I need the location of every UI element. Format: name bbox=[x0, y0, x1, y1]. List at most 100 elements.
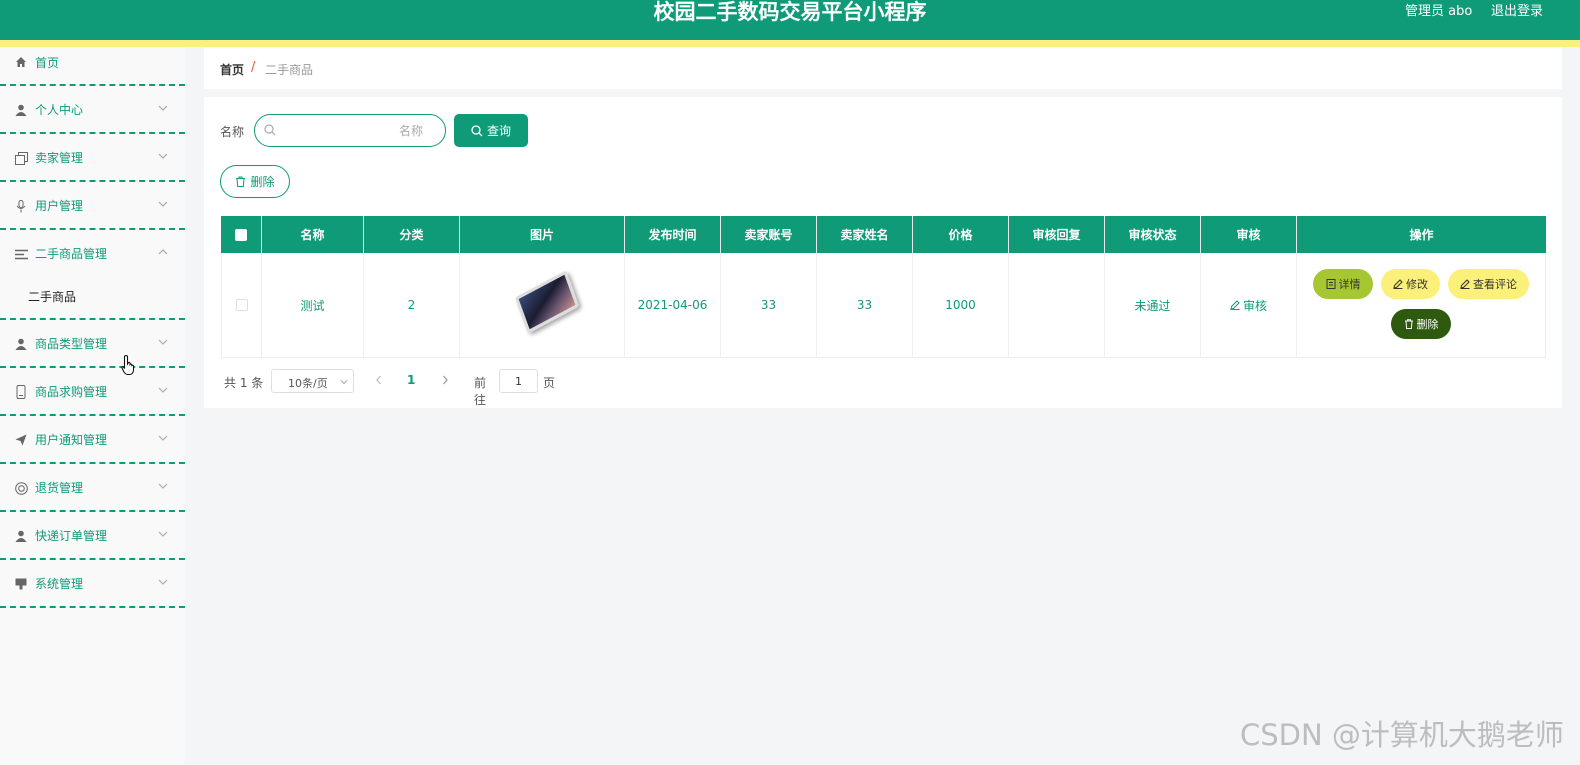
pagination-total: 共 1 条 bbox=[224, 376, 264, 390]
monitor-icon bbox=[14, 577, 28, 591]
app-title: 校园二手数码交易平台小程序 bbox=[653, 0, 927, 24]
sidebar-item-goods-type[interactable]: 商品类型管理 bbox=[0, 320, 185, 368]
search-label: 名称 bbox=[220, 125, 245, 139]
product-thumbnail[interactable] bbox=[512, 270, 580, 335]
column-header: 名称 bbox=[262, 216, 364, 253]
edit-button-label: 修改 bbox=[1406, 278, 1428, 291]
row-select-cell[interactable] bbox=[221, 253, 262, 357]
sidebar-item-system[interactable]: 系统管理 bbox=[0, 560, 185, 608]
mic-icon bbox=[14, 199, 28, 213]
edit-icon bbox=[1393, 279, 1403, 289]
cell-image bbox=[460, 253, 625, 357]
column-header: 审核 bbox=[1201, 216, 1297, 253]
main-panel: 名称 查询 删除 名称 分类 图片 发布时间 卖家账号 卖家姓名 价格 审核回复… bbox=[204, 97, 1562, 408]
table-row: 测试 2 2021-04-06 33 33 1000 未通过 审核 详情 修改 … bbox=[221, 253, 1546, 358]
column-header: 卖家姓名 bbox=[817, 216, 913, 253]
view-comments-button[interactable]: 查看评论 bbox=[1448, 269, 1529, 299]
sidebar-item-label: 退货管理 bbox=[35, 481, 84, 495]
chevron-down-icon bbox=[158, 579, 168, 585]
chevron-down-icon bbox=[158, 339, 168, 345]
column-header: 操作 bbox=[1409, 228, 1434, 242]
send-icon bbox=[14, 433, 28, 447]
sidebar: 首页 个人中心 卖家管理 用户管理 二手商品管理 二手商品 商品类型管理 商品求… bbox=[0, 47, 185, 765]
audit-link[interactable]: 审核 bbox=[1230, 297, 1267, 314]
lifebuoy-icon bbox=[14, 481, 28, 495]
query-button[interactable]: 查询 bbox=[454, 114, 528, 147]
sidebar-item-label: 商品求购管理 bbox=[35, 385, 108, 399]
breadcrumb: 首页 / 二手商品 bbox=[204, 47, 1562, 89]
sidebar-subitem-goods[interactable]: 二手商品 bbox=[0, 270, 185, 320]
sidebar-item-label: 用户通知管理 bbox=[35, 433, 108, 447]
top-bar: 校园二手数码交易平台小程序 管理员 abo 退出登录 bbox=[0, 0, 1580, 40]
sidebar-item-returns[interactable]: 退货管理 bbox=[0, 464, 185, 512]
sidebar-item-purchase-request[interactable]: 商品求购管理 bbox=[0, 368, 185, 416]
breadcrumb-home[interactable]: 首页 bbox=[220, 61, 244, 78]
column-header: 审核状态 bbox=[1105, 216, 1201, 253]
goto-label: 前往 bbox=[474, 376, 487, 407]
goto-page-input[interactable] bbox=[499, 369, 538, 393]
chevron-down-icon bbox=[158, 201, 168, 207]
cell-category: 2 bbox=[364, 253, 460, 357]
next-page-icon[interactable] bbox=[440, 374, 450, 386]
sidebar-item-goods-management[interactable]: 二手商品管理 bbox=[0, 230, 185, 270]
sidebar-item-label: 首页 bbox=[35, 56, 60, 70]
prev-page-icon[interactable] bbox=[374, 374, 384, 386]
table-header: 名称 分类 图片 发布时间 卖家账号 卖家姓名 价格 审核回复 审核状态 审核 … bbox=[221, 216, 1546, 253]
sidebar-item-users[interactable]: 用户管理 bbox=[0, 182, 185, 230]
cell-publish-time: 2021-04-06 bbox=[625, 253, 721, 357]
user-icon bbox=[14, 103, 28, 117]
cell-name: 测试 bbox=[262, 253, 364, 357]
search-icon bbox=[264, 124, 276, 136]
detail-button-label: 详情 bbox=[1338, 278, 1361, 291]
query-button-label: 查询 bbox=[486, 124, 511, 138]
page-size-value: 10条/页 bbox=[288, 377, 328, 390]
sidebar-item-label: 二手商品 bbox=[28, 290, 77, 304]
column-header: 图片 bbox=[460, 216, 625, 253]
cell-audit: 审核 bbox=[1201, 253, 1297, 357]
edit-icon bbox=[1460, 279, 1470, 289]
hand-cursor-icon bbox=[121, 354, 135, 376]
row-checkbox[interactable] bbox=[235, 299, 248, 311]
sidebar-item-notifications[interactable]: 用户通知管理 bbox=[0, 416, 185, 464]
detail-button[interactable]: 详情 bbox=[1313, 269, 1373, 299]
logout-link[interactable]: 退出登录 bbox=[1491, 2, 1543, 22]
user-icon bbox=[14, 337, 28, 351]
watermark: CSDN @计算机大鹅老师 bbox=[1240, 718, 1564, 752]
column-header: 发布时间 bbox=[625, 216, 721, 253]
sidebar-item-label: 个人中心 bbox=[35, 103, 84, 117]
chevron-down-icon bbox=[158, 153, 168, 159]
page-size-select[interactable]: 10条/页 bbox=[271, 369, 354, 393]
breadcrumb-current: 二手商品 bbox=[265, 63, 314, 77]
chevron-down-icon bbox=[340, 380, 348, 385]
sidebar-item-home[interactable]: 首页 bbox=[0, 47, 185, 86]
trash-icon bbox=[236, 176, 246, 187]
select-all-checkbox[interactable] bbox=[235, 228, 247, 241]
copy-icon bbox=[14, 151, 28, 165]
sidebar-item-label: 卖家管理 bbox=[35, 151, 84, 165]
document-icon bbox=[1326, 279, 1335, 289]
chevron-down-icon bbox=[158, 105, 168, 111]
sidebar-item-express-orders[interactable]: 快递订单管理 bbox=[0, 512, 185, 560]
row-delete-button[interactable]: 删除 bbox=[1391, 309, 1451, 339]
bulk-delete-button[interactable]: 删除 bbox=[220, 165, 290, 198]
sidebar-item-label: 快递订单管理 bbox=[35, 529, 108, 543]
sidebar-item-label: 商品类型管理 bbox=[35, 337, 108, 351]
edit-button[interactable]: 修改 bbox=[1381, 269, 1440, 299]
trash-icon bbox=[1404, 319, 1413, 329]
view-comments-label: 查看评论 bbox=[1473, 278, 1517, 291]
sidebar-item-seller[interactable]: 卖家管理 bbox=[0, 134, 185, 182]
search-input[interactable] bbox=[281, 120, 431, 142]
column-header: 价格 bbox=[913, 216, 1009, 253]
chevron-down-icon bbox=[158, 435, 168, 441]
page-number-current[interactable]: 1 bbox=[407, 373, 415, 387]
sidebar-item-label: 用户管理 bbox=[35, 199, 84, 213]
cell-operations: 详情 修改 查看评论 删除 bbox=[1297, 253, 1546, 357]
sidebar-item-profile[interactable]: 个人中心 bbox=[0, 86, 185, 134]
audit-link-label: 审核 bbox=[1242, 298, 1267, 313]
bulk-delete-label: 删除 bbox=[250, 175, 275, 189]
page-suffix-label: 页 bbox=[543, 376, 556, 390]
header-select-all[interactable] bbox=[221, 216, 262, 253]
chevron-down-icon bbox=[158, 483, 168, 489]
chevron-up-icon bbox=[158, 249, 168, 255]
row-delete-label: 删除 bbox=[1416, 318, 1439, 331]
